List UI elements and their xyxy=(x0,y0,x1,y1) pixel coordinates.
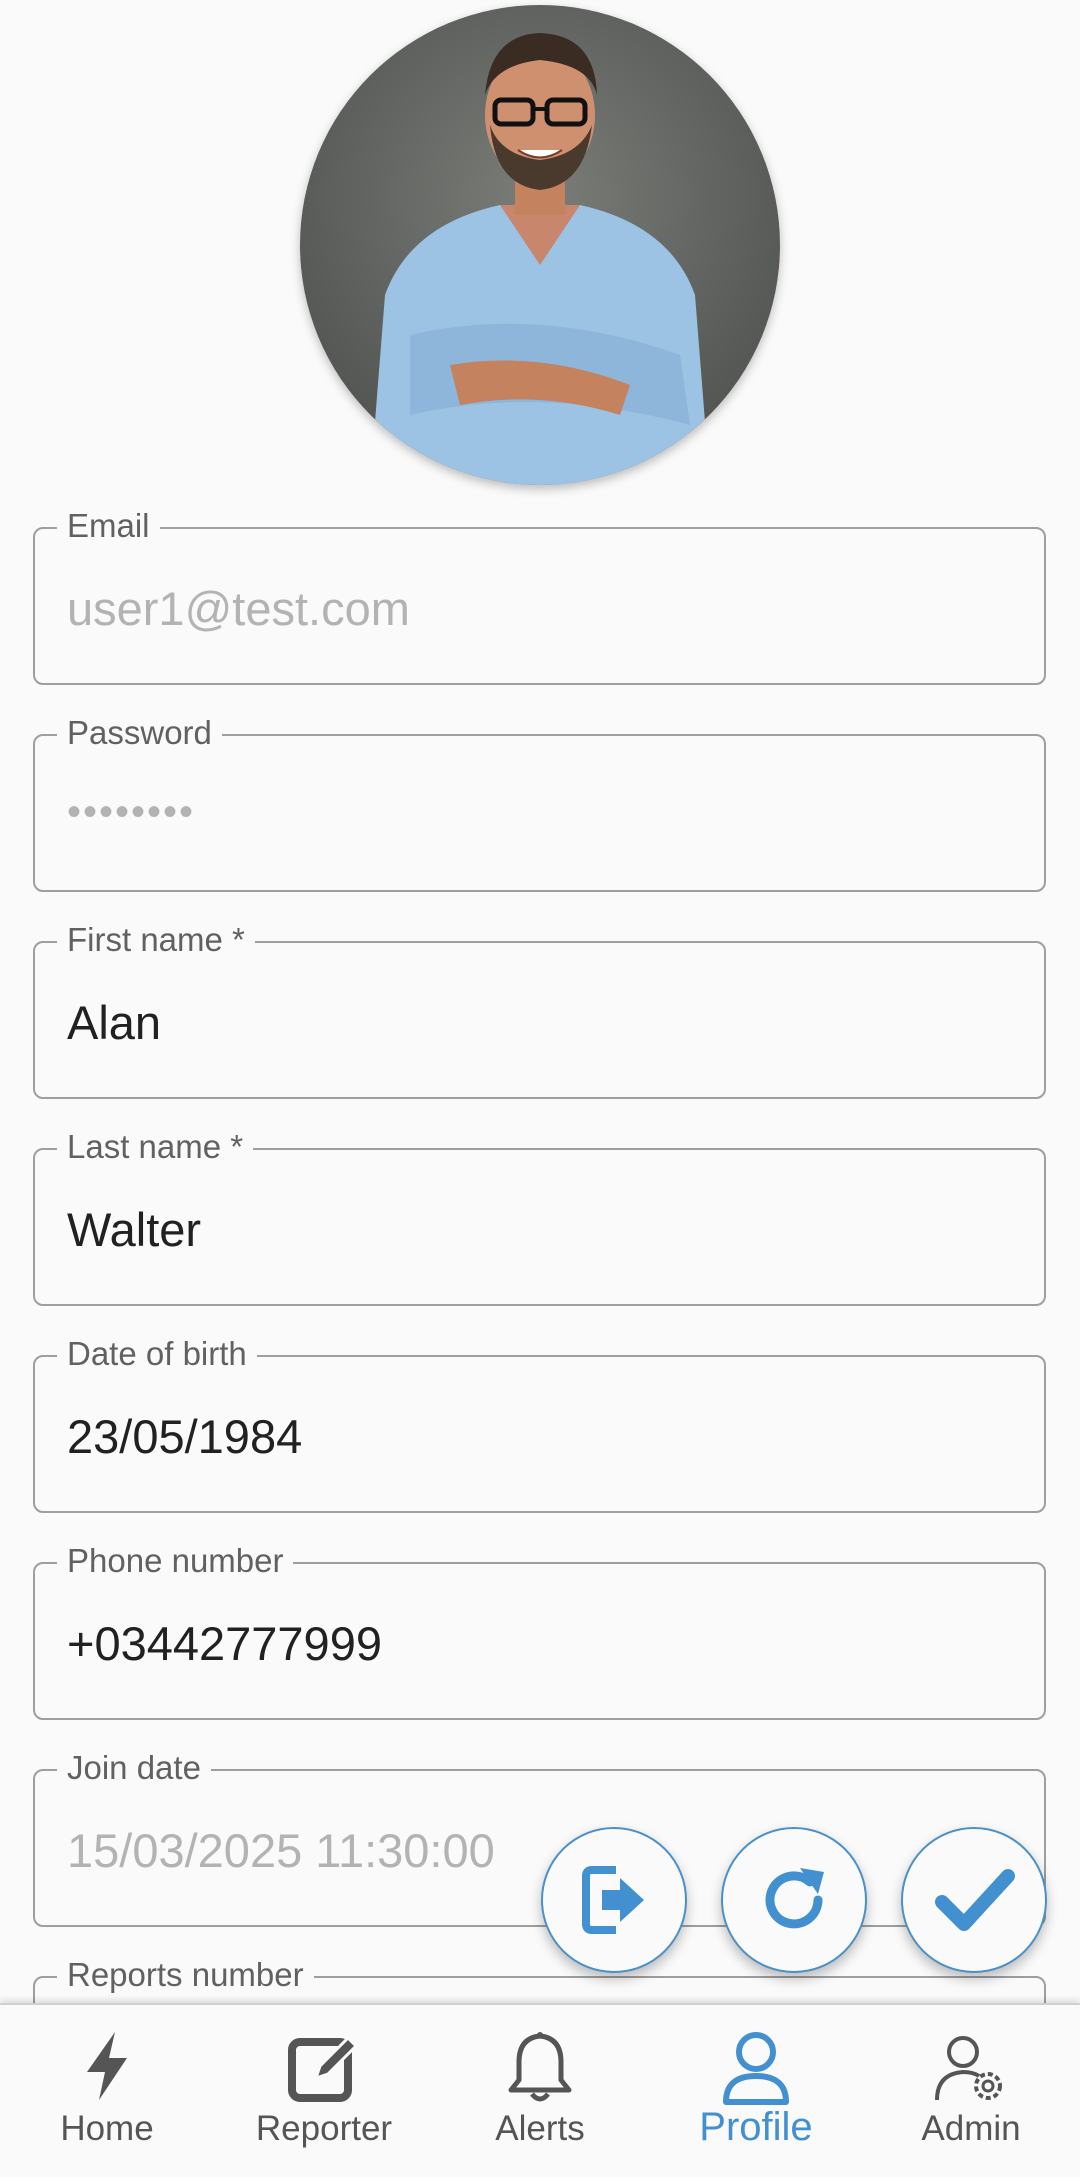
password-value: •••••••• xyxy=(67,790,196,834)
phone-number-value: +03442777999 xyxy=(67,1617,382,1670)
join-date-value: 15/03/2025 11:30:00 xyxy=(67,1824,495,1877)
join-date-label: Join date xyxy=(57,1746,211,1790)
admin-settings-icon xyxy=(933,2030,1009,2111)
nav-label-reporter: Reporter xyxy=(255,2109,393,2148)
edit-icon xyxy=(286,2030,362,2111)
nav-label-alerts: Alerts xyxy=(495,2109,585,2148)
last-name-label: Last name * xyxy=(57,1125,254,1169)
date-of-birth-label: Date of birth xyxy=(57,1332,257,1376)
check-icon xyxy=(935,1869,1015,1931)
nav-item-alerts[interactable]: Alerts xyxy=(440,2005,640,2177)
profile-avatar[interactable] xyxy=(300,5,780,485)
date-of-birth-value: 23/05/1984 xyxy=(67,1410,303,1463)
last-name-field[interactable]: Last name * Walter xyxy=(33,1125,1046,1306)
lightning-icon xyxy=(79,2030,135,2107)
last-name-value: Walter xyxy=(67,1203,202,1256)
bell-icon xyxy=(505,2030,575,2111)
nav-item-home[interactable]: Home xyxy=(7,2005,207,2177)
bottom-navigation: Home Reporter Alerts Profile Admin xyxy=(0,2003,1080,2177)
nav-item-admin[interactable]: Admin xyxy=(871,2005,1071,2177)
nav-label-admin: Admin xyxy=(921,2109,1021,2148)
password-label: Password xyxy=(57,711,222,755)
date-of-birth-field[interactable]: Date of birth 23/05/1984 xyxy=(33,1332,1046,1513)
first-name-label: First name * xyxy=(57,918,255,962)
refresh-icon xyxy=(765,1868,824,1929)
nav-label-home: Home xyxy=(60,2109,154,2148)
join-date-field[interactable]: Join date 15/03/2025 11:30:00 xyxy=(33,1746,1046,1927)
user-icon xyxy=(720,2030,792,2111)
first-name-field[interactable]: First name * Alan xyxy=(33,918,1046,1099)
reports-number-label: Reports number xyxy=(57,1953,314,1997)
refresh-button[interactable] xyxy=(721,1827,867,1973)
nav-item-reporter[interactable]: Reporter xyxy=(224,2005,424,2177)
email-field[interactable]: Email user1@test.com xyxy=(33,504,1046,685)
password-field[interactable]: Password •••••••• xyxy=(33,711,1046,892)
email-label: Email xyxy=(57,504,160,548)
avatar-image xyxy=(300,5,780,485)
logout-icon xyxy=(582,1866,644,1934)
nav-item-profile[interactable]: Profile xyxy=(656,2005,856,2177)
email-value: user1@test.com xyxy=(67,582,410,635)
phone-number-field[interactable]: Phone number +03442777999 xyxy=(33,1539,1046,1720)
nav-label-profile: Profile xyxy=(699,2105,813,2149)
phone-number-label: Phone number xyxy=(57,1539,294,1583)
save-button[interactable] xyxy=(901,1827,1047,1973)
logout-button[interactable] xyxy=(541,1827,687,1973)
first-name-value: Alan xyxy=(67,996,162,1049)
